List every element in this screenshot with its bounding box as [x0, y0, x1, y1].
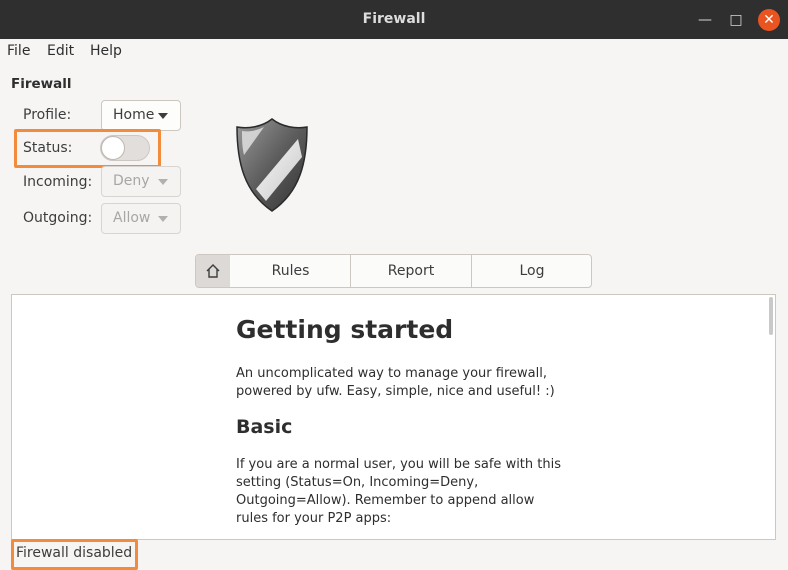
menu-edit[interactable]: Edit: [47, 43, 74, 59]
minimize-icon[interactable]: —: [694, 9, 716, 31]
outgoing-combo[interactable]: Allow: [101, 203, 181, 234]
outgoing-label: Outgoing:: [23, 210, 93, 226]
tab-home[interactable]: [196, 255, 230, 287]
profile-value: Home: [113, 107, 155, 123]
doc-heading: Getting started: [236, 315, 454, 344]
tab-rules[interactable]: Rules: [230, 255, 351, 287]
menu-bar: File Edit Help: [0, 39, 788, 65]
menu-file[interactable]: File: [7, 43, 30, 59]
outgoing-value: Allow: [113, 210, 151, 226]
scrollbar[interactable]: [769, 297, 773, 335]
title-bar: Firewall — □ ✕: [0, 0, 788, 39]
tab-report[interactable]: Report: [350, 255, 471, 287]
doc-intro: An uncomplicated way to manage your fire…: [236, 366, 555, 399]
chevron-down-icon: [158, 179, 168, 185]
profile-label: Profile:: [23, 107, 72, 123]
chevron-down-icon: [158, 113, 168, 119]
incoming-label: Incoming:: [23, 174, 93, 190]
doc-subheading: Basic: [236, 416, 293, 438]
statusbar-highlight-box: [11, 539, 138, 570]
window-title: Firewall: [362, 11, 426, 27]
home-icon: [206, 264, 220, 278]
section-title: Firewall: [11, 76, 72, 92]
profile-combo[interactable]: Home: [101, 100, 181, 131]
tab-log[interactable]: Log: [471, 255, 591, 287]
shield-icon: [236, 118, 308, 212]
status-highlight-box: [14, 129, 161, 168]
incoming-combo[interactable]: Deny: [101, 166, 181, 197]
incoming-value: Deny: [113, 173, 150, 189]
view-tabs: Rules Report Log: [195, 254, 592, 288]
help-content-view[interactable]: Getting started An uncomplicated way to …: [11, 294, 776, 540]
doc-basic-text: If you are a normal user, you will be sa…: [236, 457, 561, 526]
maximize-icon[interactable]: □: [725, 9, 747, 31]
menu-help[interactable]: Help: [90, 43, 122, 59]
chevron-down-icon: [158, 216, 168, 222]
close-icon[interactable]: ✕: [758, 9, 780, 31]
